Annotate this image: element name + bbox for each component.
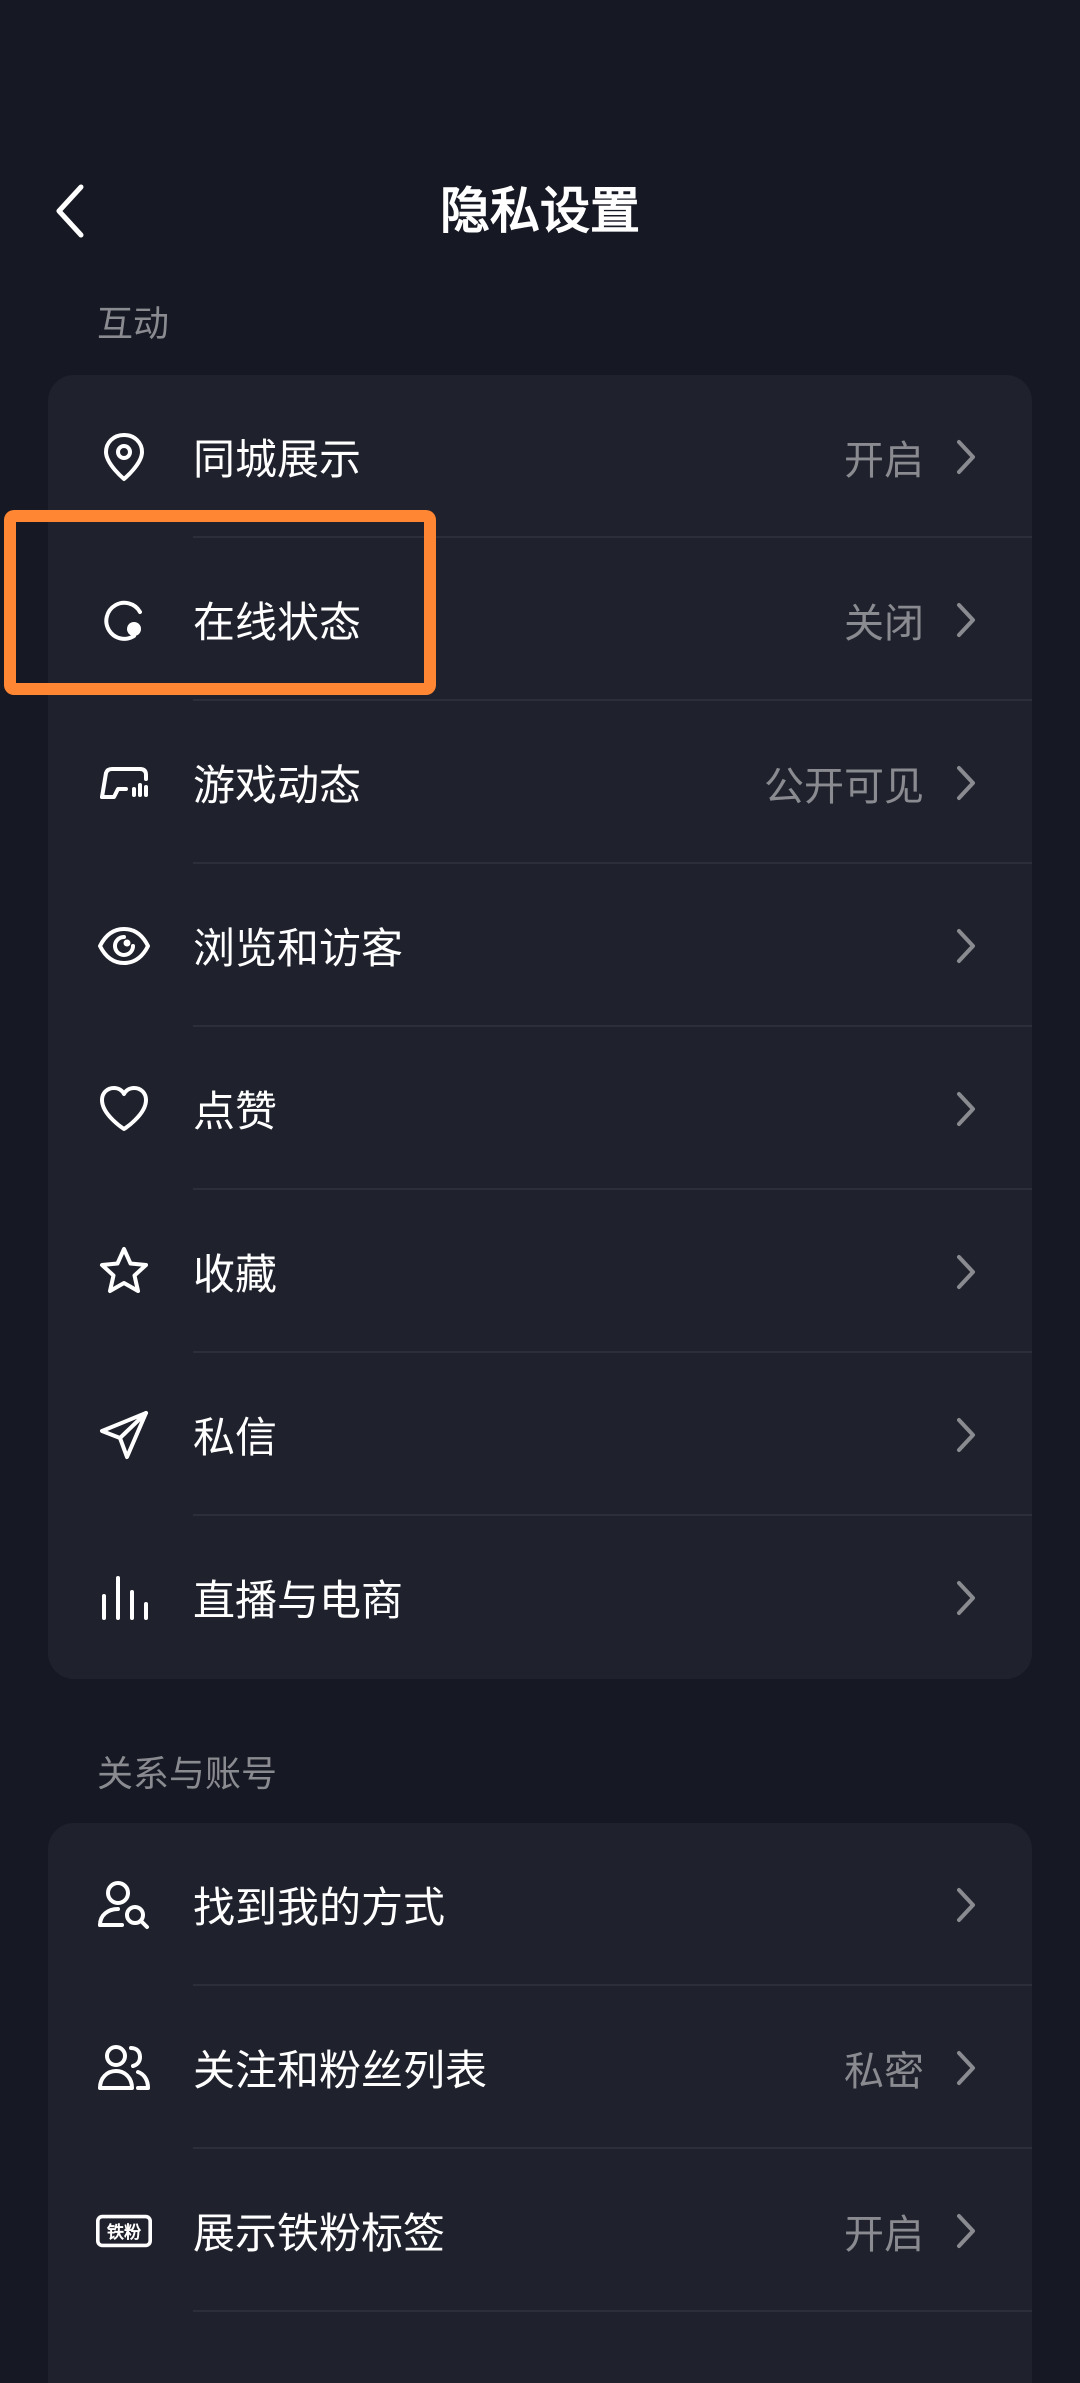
- section-title-relationships: 关系与账号: [97, 1754, 278, 1795]
- setting-label: 直播与电商: [193, 1576, 404, 1625]
- iron-fan-badge-icon: 铁粉: [96, 2203, 152, 2259]
- page-title: 隐私设置: [440, 182, 640, 240]
- setting-label: 收藏: [193, 1250, 278, 1299]
- setting-value: 关闭: [844, 600, 924, 647]
- chevron-right-icon: [948, 2046, 984, 2090]
- chevron-right-icon: [948, 1413, 984, 1457]
- chevron-right-icon: [948, 1576, 984, 1620]
- chevron-right-icon: [948, 2209, 984, 2253]
- setting-label: 找到我的方式: [193, 1883, 446, 1932]
- chevron-right-icon: [948, 1883, 984, 1927]
- chevron-right-icon: [948, 1250, 984, 1294]
- setting-row-likes[interactable]: 点赞: [48, 1027, 1032, 1190]
- setting-value: 开启: [844, 2211, 924, 2258]
- star-icon: [96, 1244, 152, 1300]
- chevron-right-icon: [948, 1087, 984, 1131]
- highlight-annotation-box: [4, 510, 436, 695]
- setting-label: 关注和粉丝列表: [193, 2046, 488, 2095]
- setting-value: 公开可见: [764, 763, 924, 810]
- chevron-right-icon: [948, 924, 984, 968]
- chevron-right-icon: [948, 761, 984, 805]
- chevron-right-icon: [948, 598, 984, 642]
- eye-icon: [96, 918, 152, 974]
- heart-icon: [96, 1081, 152, 1137]
- setting-row-find-me[interactable]: 找到我的方式: [48, 1823, 1032, 1986]
- location-pin-icon: [96, 429, 152, 485]
- live-bars-icon: [96, 1570, 152, 1626]
- setting-label: 同城展示: [193, 435, 362, 484]
- setting-value: 开启: [844, 437, 924, 484]
- setting-label: 游戏动态: [193, 761, 362, 810]
- setting-row-views-visitors[interactable]: 浏览和访客: [48, 864, 1032, 1027]
- chevron-right-icon: [948, 435, 984, 479]
- setting-row-messages[interactable]: 私信: [48, 1353, 1032, 1516]
- game-controller-icon: [96, 755, 152, 811]
- setting-value: 私密: [844, 2048, 924, 2095]
- setting-row-favorites[interactable]: 收藏: [48, 1190, 1032, 1353]
- find-user-icon: [96, 1877, 152, 1933]
- badge-text: 铁粉: [107, 2222, 142, 2243]
- top-bar: 隐私设置: [0, 150, 1080, 270]
- setting-row-game-activity[interactable]: 游戏动态 公开可见: [48, 701, 1032, 864]
- setting-label: 浏览和访客: [193, 924, 404, 973]
- users-icon: [96, 2040, 152, 2096]
- setting-label: 点赞: [193, 1087, 278, 1136]
- setting-row-iron-fan-tag[interactable]: 铁粉 展示铁粉标签 开启: [48, 2149, 1032, 2312]
- row-divider: [193, 2310, 1032, 2312]
- setting-row-live-ecommerce[interactable]: 直播与电商: [48, 1516, 1032, 1679]
- paper-plane-icon: [96, 1407, 152, 1463]
- setting-label: 展示铁粉标签: [193, 2209, 446, 2258]
- setting-row-follow-lists[interactable]: 关注和粉丝列表 私密: [48, 1986, 1032, 2149]
- setting-label: 私信: [193, 1413, 278, 1462]
- section-title-interaction: 互动: [97, 304, 170, 345]
- relationship-settings-card: 找到我的方式 关注和粉丝列表 私密 铁粉 展示铁粉标签 开启: [48, 1823, 1032, 2383]
